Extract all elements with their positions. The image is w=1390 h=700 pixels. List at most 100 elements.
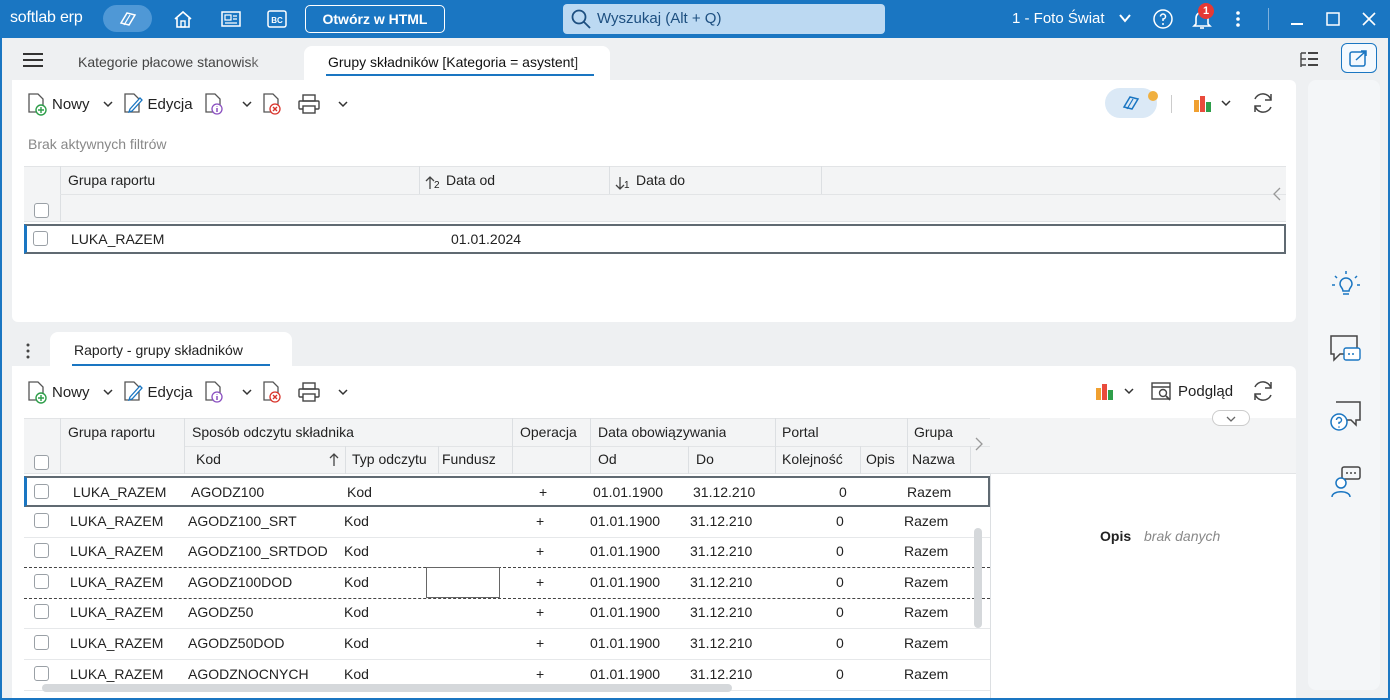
row-checkbox[interactable] <box>33 231 48 246</box>
cubes-toggle-button[interactable] <box>1105 88 1158 118</box>
row-checkbox[interactable] <box>34 604 49 620</box>
column-header-group[interactable]: Grupa raportu <box>68 424 155 440</box>
table-row[interactable]: LUKA_RAZEM AGODZ100_SRT Kod +01.01.1900 31.1… <box>24 507 990 538</box>
table-row[interactable]: LUKA_RAZEM 01.01.2024 <box>24 224 1286 254</box>
search-input[interactable]: Wyszukaj (Alt + Q) <box>563 4 885 34</box>
preview-button[interactable]: Podgląd <box>1150 380 1233 402</box>
chevron-down-icon[interactable] <box>241 98 253 110</box>
table-row[interactable]: LUKA_RAZEM AGODZ50 Kod +01.01.1900 31.12.210… <box>24 598 990 630</box>
table-row[interactable]: LUKA_RAZEM AGODZ50DOD Kod +01.01.1900 31.12.… <box>24 629 990 660</box>
workspace-toggle-button[interactable] <box>103 5 152 32</box>
more-icon[interactable] <box>24 342 32 360</box>
bc-icon[interactable]: BC <box>266 8 288 30</box>
column-header-validity[interactable]: Data obowiązywania <box>598 424 726 440</box>
delete-button[interactable] <box>261 380 287 404</box>
table-row[interactable]: LUKA_RAZEM AGODZ100_SRTDOD Kod +01.01.1900 3… <box>24 537 990 569</box>
share-button[interactable] <box>1341 43 1377 73</box>
cell-from: 01.01.1900 <box>590 635 661 651</box>
column-header-operation[interactable]: Operacja <box>520 424 577 440</box>
column-header-read-method[interactable]: Sposób odczytu składnika <box>192 424 354 440</box>
horizontal-scrollbar[interactable] <box>42 684 732 692</box>
new-button[interactable]: Nowy <box>26 380 90 404</box>
status-dot <box>1148 91 1158 101</box>
sort-ascending-icon[interactable] <box>327 452 341 468</box>
print-button[interactable] <box>297 93 325 115</box>
cell-group: LUKA_RAZEM <box>73 484 167 500</box>
close-button[interactable] <box>1356 6 1382 32</box>
column-header-grupa[interactable]: Grupa <box>914 424 953 440</box>
print-button[interactable] <box>297 381 325 403</box>
more-icon[interactable] <box>1230 9 1246 29</box>
tree-view-icon[interactable] <box>1298 50 1320 70</box>
column-header-date-from[interactable]: Data od <box>446 172 495 188</box>
row-checkbox[interactable] <box>34 484 49 499</box>
info-button[interactable] <box>203 380 229 404</box>
new-button[interactable]: Nowy <box>26 92 90 116</box>
chevron-down-icon[interactable] <box>1117 10 1133 26</box>
column-header-description[interactable]: Opis <box>866 451 895 467</box>
chevron-down-icon[interactable] <box>337 386 349 398</box>
menu-icon[interactable] <box>22 52 44 68</box>
select-all-checkbox[interactable] <box>34 203 49 218</box>
tab-categories[interactable]: Kategorie płacowe stanowisk <box>78 46 286 80</box>
support-icon[interactable] <box>1328 464 1364 500</box>
tab-reports-groups[interactable]: Raporty - grupy składników <box>50 332 292 368</box>
vertical-scrollbar[interactable] <box>974 528 982 628</box>
cell-to: 31.12.210 <box>690 604 753 621</box>
table-row[interactable]: LUKA_RAZEM AGODZ100 Kod +01.01.1900 31.12.21… <box>24 476 990 507</box>
column-header-fund[interactable]: Fundusz <box>442 451 496 467</box>
row-checkbox[interactable] <box>34 512 49 528</box>
reports-panel: Nowy Edycja Podgląd Grupa raportu Sposób… <box>12 366 1296 698</box>
column-header-portal[interactable]: Portal <box>782 424 819 440</box>
edit-button[interactable]: Edycja <box>122 380 193 404</box>
chat-icon[interactable] <box>1328 332 1364 368</box>
chevron-down-icon[interactable] <box>1220 97 1232 109</box>
help-icon[interactable] <box>1152 8 1174 30</box>
info-document-icon <box>204 381 223 403</box>
news-icon[interactable] <box>220 8 242 30</box>
chevron-left-icon[interactable] <box>1272 186 1282 202</box>
select-all-checkbox[interactable] <box>34 455 49 470</box>
refresh-icon[interactable] <box>1250 378 1276 404</box>
collapse-button[interactable] <box>1212 410 1250 426</box>
chevron-right-icon[interactable] <box>974 436 984 452</box>
groups-grid: Grupa raportu 2 Data od 1 Data do LUKA_R… <box>24 166 1286 296</box>
column-header-date-to[interactable]: Data do <box>636 172 685 188</box>
open-html-button[interactable]: Otwórz w HTML <box>305 5 445 33</box>
column-header-to[interactable]: Do <box>696 451 714 467</box>
chart-icon[interactable] <box>1192 92 1218 114</box>
column-header-code[interactable]: Kod <box>196 451 221 467</box>
edit-icon <box>123 93 143 114</box>
lightbulb-icon[interactable] <box>1328 266 1364 302</box>
row-checkbox[interactable] <box>34 665 49 681</box>
chevron-down-icon[interactable] <box>337 98 349 110</box>
chevron-down-icon[interactable] <box>1123 385 1135 397</box>
new-document-icon <box>28 93 47 116</box>
chevron-down-icon[interactable] <box>102 98 114 110</box>
delete-button[interactable] <box>261 92 287 116</box>
company-selector[interactable]: 1 - Foto Świat <box>1012 10 1105 27</box>
cell-code: AGODZ100DOD <box>188 573 293 590</box>
chevron-down-icon[interactable] <box>102 386 114 398</box>
column-header-name[interactable]: Nazwa <box>912 451 955 467</box>
row-checkbox[interactable] <box>34 573 49 589</box>
chart-icon[interactable] <box>1094 380 1120 402</box>
cell-group: LUKA_RAZEM <box>70 573 164 590</box>
column-header-group[interactable]: Grupa raportu <box>68 172 155 188</box>
row-checkbox[interactable] <box>34 543 49 559</box>
help-chat-icon[interactable] <box>1328 398 1364 434</box>
refresh-icon[interactable] <box>1250 90 1276 116</box>
column-header-read-type[interactable]: Typ odczytu <box>352 451 427 467</box>
cell-fund-editor[interactable] <box>426 566 500 598</box>
table-row[interactable]: LUKA_RAZEM AGODZ100DOD Kod +01.01.1900 31.12… <box>24 566 990 599</box>
chevron-down-icon[interactable] <box>241 386 253 398</box>
column-header-from[interactable]: Od <box>598 451 617 467</box>
edit-button[interactable]: Edycja <box>122 92 193 116</box>
tab-groups[interactable]: Grupy składników [Kategoria = asystent] <box>304 46 610 80</box>
maximize-button[interactable] <box>1320 6 1346 32</box>
column-header-order[interactable]: Kolejność <box>782 451 843 467</box>
home-icon[interactable] <box>172 8 194 30</box>
row-checkbox[interactable] <box>34 635 49 650</box>
info-button[interactable] <box>203 92 229 116</box>
minimize-button[interactable] <box>1284 6 1310 32</box>
